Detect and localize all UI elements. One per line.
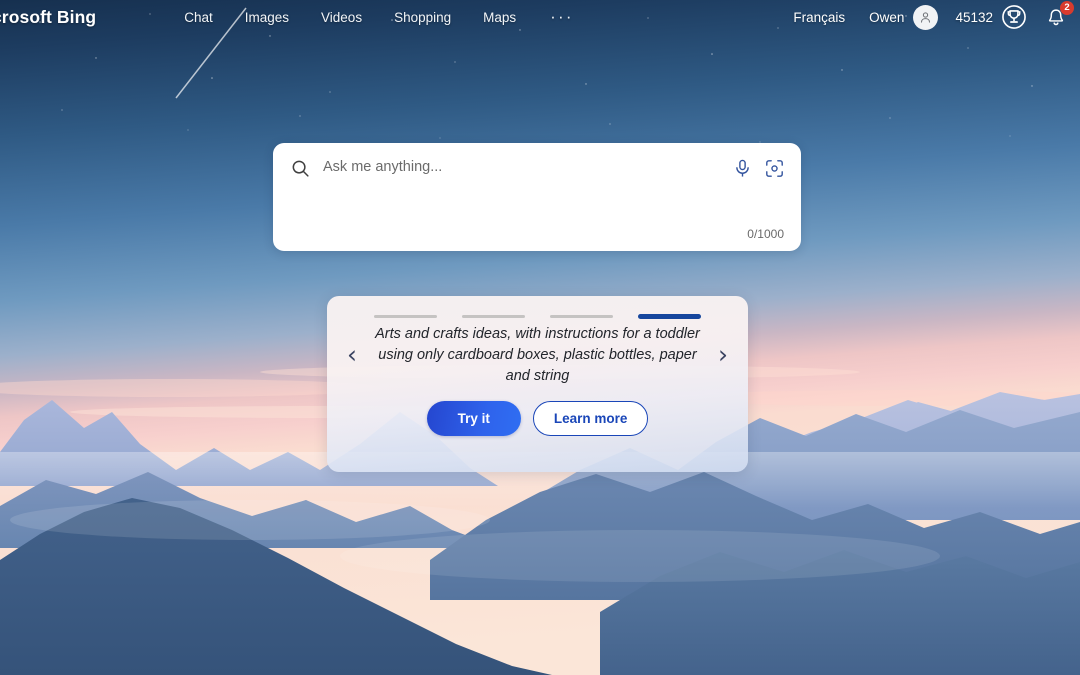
try-it-button[interactable]: Try it (426, 400, 521, 436)
carousel-promo-text: Arts and crafts ideas, with instructions… (375, 326, 700, 385)
trophy-icon[interactable] (1001, 4, 1027, 30)
user-name-label[interactable]: Owen (853, 8, 910, 27)
carousel-prev-button[interactable]: ‹ (337, 342, 367, 370)
search-row (273, 143, 801, 187)
carousel-next-button[interactable]: › (708, 342, 738, 370)
carousel-dash-3[interactable] (550, 315, 613, 318)
nav-item-shopping[interactable]: Shopping (378, 7, 467, 28)
nav-item-chat[interactable]: Chat (168, 7, 229, 28)
character-counter: 0/1000 (747, 227, 784, 241)
notifications-button[interactable]: 2 (1044, 1, 1074, 30)
carousel-dash-1[interactable] (374, 315, 437, 318)
carousel-dash-2[interactable] (462, 315, 525, 318)
learn-more-button[interactable]: Learn more (532, 400, 649, 436)
carousel-pagination (327, 296, 748, 319)
carousel-actions: Try it Learn more (327, 400, 748, 436)
microphone-icon[interactable] (732, 158, 753, 179)
bing-logo[interactable]: icrosoft Bing (0, 7, 96, 28)
nav-item-maps[interactable]: Maps (467, 7, 532, 28)
primary-nav: Chat Images Videos Shopping Maps ··· (168, 7, 586, 28)
rewards-points[interactable]: 45132 (938, 8, 998, 27)
nav-item-videos[interactable]: Videos (305, 7, 378, 28)
carousel-dash-4[interactable] (638, 314, 701, 319)
search-actions (732, 158, 785, 179)
notification-badge: 2 (1060, 1, 1074, 15)
search-box: 0/1000 (273, 143, 801, 251)
search-icon (292, 160, 309, 177)
language-selector[interactable]: Français (785, 8, 853, 27)
nav-overflow-icon[interactable]: ··· (538, 8, 586, 25)
person-icon (921, 11, 931, 23)
account-cluster: Français Owen 45132 2 (785, 1, 1080, 30)
nav-item-images[interactable]: Images (229, 7, 305, 28)
suggestion-carousel-card: ‹ Arts and crafts ideas, with instructio… (327, 296, 748, 472)
carousel-body: ‹ Arts and crafts ideas, with instructio… (327, 319, 748, 393)
bing-homepage: icrosoft Bing Chat Images Videos Shoppin… (0, 0, 1080, 675)
avatar[interactable] (913, 4, 939, 30)
search-input[interactable] (323, 157, 732, 177)
visual-search-icon[interactable] (764, 158, 785, 179)
